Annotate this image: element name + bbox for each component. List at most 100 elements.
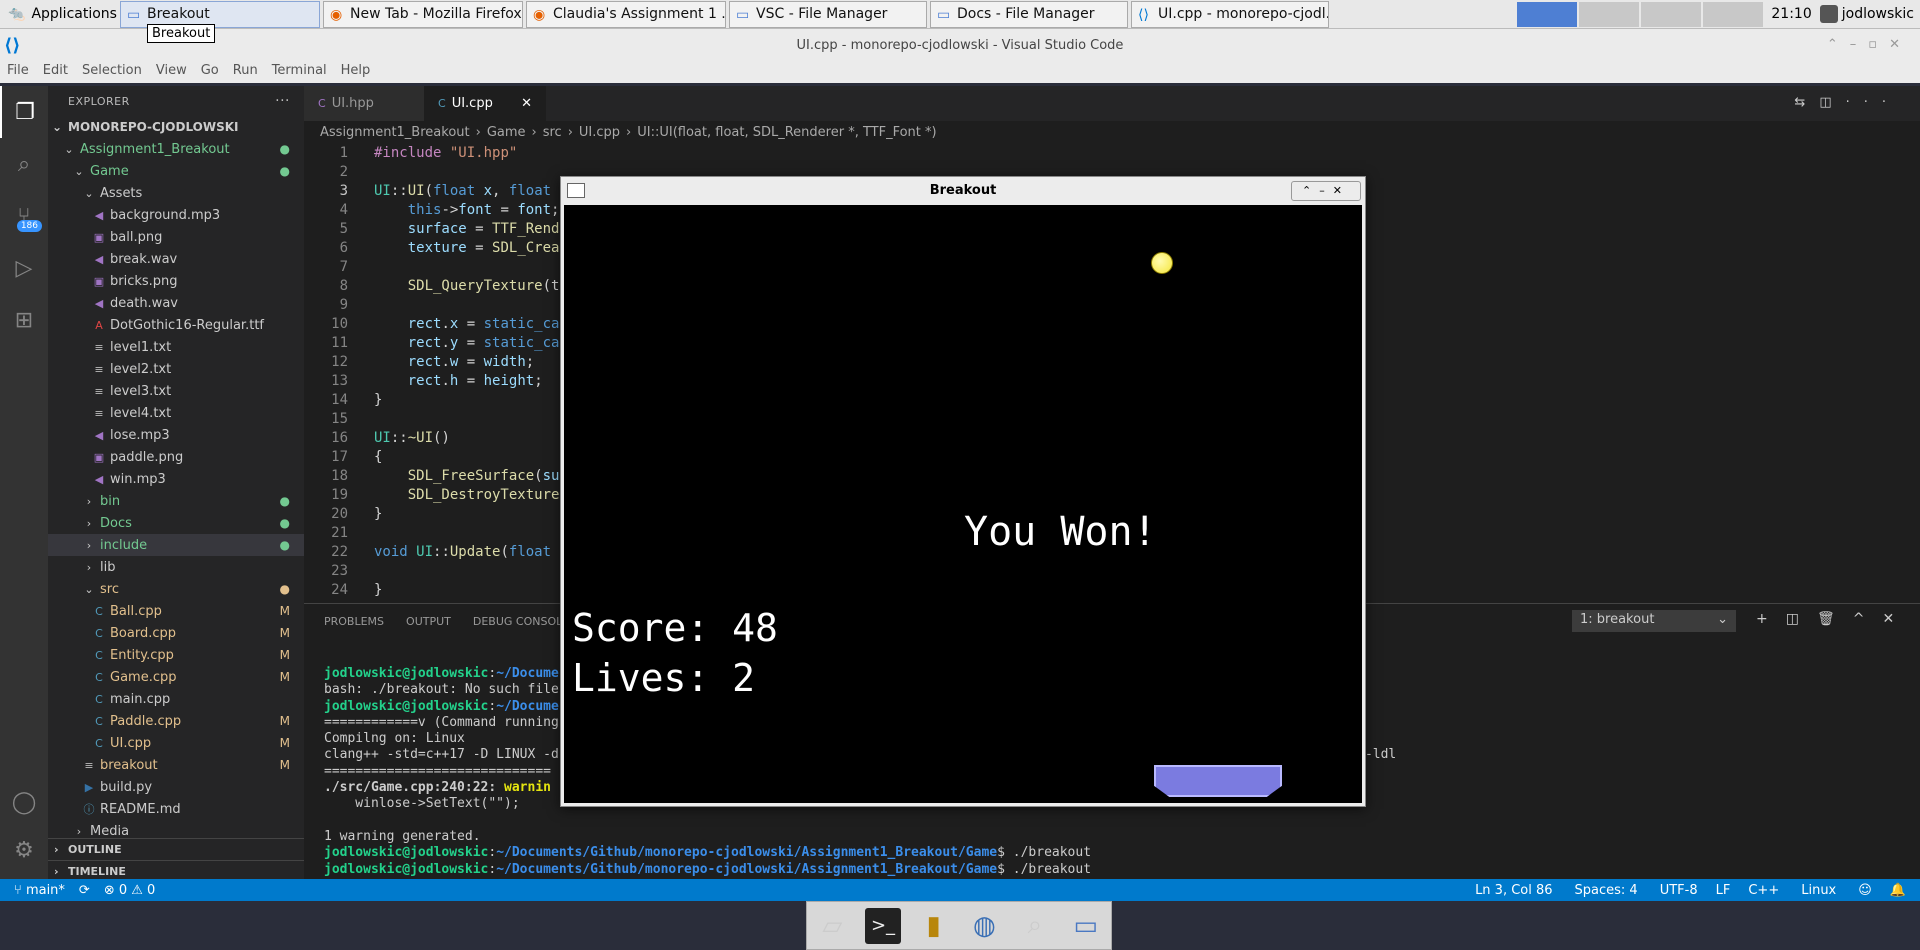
- web-browser-icon[interactable]: ◍: [966, 908, 1002, 944]
- code-line[interactable]: {: [374, 449, 382, 465]
- problems-indicator[interactable]: ⊗ 0 ⚠ 0: [104, 883, 156, 898]
- notifications-icon[interactable]: 🔔: [1890, 883, 1906, 898]
- menu-selection[interactable]: Selection: [75, 63, 149, 78]
- eol[interactable]: LF: [1716, 883, 1731, 898]
- search-icon[interactable]: ⌕: [0, 138, 48, 190]
- breadcrumb-item[interactable]: UI::UI(float, float, SDL_Renderer *, TTF…: [637, 125, 936, 140]
- tree-item-game[interactable]: ⌄ Game ●: [48, 160, 304, 182]
- code-line[interactable]: SDL_DestroyTexture: [374, 487, 560, 503]
- terminal-icon[interactable]: >_: [864, 907, 901, 944]
- tree-item-level1-txt[interactable]: ≡ level1.txt: [48, 336, 304, 358]
- tree-item-ball-cpp[interactable]: C Ball.cpp M: [48, 600, 304, 622]
- tree-item-background-mp3[interactable]: ◀ background.mp3: [48, 204, 304, 226]
- code-line[interactable]: rect.y = static_ca: [374, 335, 560, 351]
- branch-indicator[interactable]: ⑂ main*: [14, 883, 65, 898]
- breakout-window[interactable]: Breakout ⌃–✕ You Won! Score: 48 Lives: 2: [560, 176, 1366, 807]
- code-line[interactable]: surface = TTF_Rend: [374, 221, 560, 237]
- window-controls[interactable]: ⌃–✕: [1291, 181, 1361, 201]
- tree-item-lose-mp3[interactable]: ◀ lose.mp3: [48, 424, 304, 446]
- code-line[interactable]: }: [374, 392, 382, 408]
- game-titlebar[interactable]: Breakout ⌃–✕: [561, 177, 1365, 205]
- tree-item-level3-txt[interactable]: ≡ level3.txt: [48, 380, 304, 402]
- workspace-root[interactable]: ⌄ MONOREPO-CJODLOWSKI: [48, 116, 304, 138]
- panel-tab-debug-console[interactable]: DEBUG CONSOLE: [473, 615, 569, 628]
- taskbar-window-4[interactable]: ▭ Docs - File Manager: [930, 0, 1128, 28]
- tree-item-assets[interactable]: ⌄ Assets: [48, 182, 304, 204]
- tree-item-assignment1-breakout[interactable]: ⌄ Assignment1_Breakout ●: [48, 138, 304, 160]
- taskbar-window-5[interactable]: ⟨⟩ UI.cpp - monorepo-cjodl...: [1131, 0, 1329, 28]
- code-line[interactable]: UI::UI(float x, float: [374, 183, 551, 199]
- menu-help[interactable]: Help: [334, 63, 378, 78]
- tree-item-readme-md[interactable]: ⓘ README.md: [48, 798, 304, 820]
- taskbar-window-3[interactable]: ▭ VSC - File Manager: [729, 0, 927, 28]
- editor-actions[interactable]: ⇆◫···: [1794, 95, 1900, 110]
- code-line[interactable]: texture = SDL_Crea: [374, 240, 560, 256]
- tree-item-include[interactable]: › include ●: [48, 534, 304, 556]
- code-line[interactable]: SDL_QueryTexture(t: [374, 278, 560, 294]
- more-actions-icon[interactable]: ···: [275, 93, 290, 109]
- tree-item-ui-cpp[interactable]: C UI.cpp M: [48, 732, 304, 754]
- tree-item-lib[interactable]: › lib: [48, 556, 304, 578]
- panel-tab-problems[interactable]: PROBLEMS: [324, 615, 384, 628]
- code-line[interactable]: this->font = font;: [374, 202, 560, 218]
- code-line[interactable]: SDL_FreeSurface(su: [374, 468, 560, 484]
- taskbar-window-2[interactable]: ◉ Claudia's Assignment 1 ...: [526, 0, 726, 28]
- terminal-actions[interactable]: +◫🗑^✕: [1756, 611, 1912, 627]
- tree-item-paddle-png[interactable]: ▣ paddle.png: [48, 446, 304, 468]
- folder-icon[interactable]: ▭: [1068, 908, 1104, 944]
- menu-terminal[interactable]: Terminal: [265, 63, 334, 78]
- menu-edit[interactable]: Edit: [36, 63, 75, 78]
- code-line[interactable]: rect.x = static_ca: [374, 316, 560, 332]
- indentation[interactable]: Spaces: 4: [1575, 883, 1638, 898]
- code-line[interactable]: UI::~UI(): [374, 430, 450, 446]
- tree-item-breakout[interactable]: ≡ breakout M: [48, 754, 304, 776]
- account-icon[interactable]: ◯: [0, 776, 48, 828]
- window-controls[interactable]: ⌃–▫✕: [1827, 37, 1912, 52]
- sync-icon[interactable]: ⟳: [79, 883, 90, 898]
- app-finder-icon[interactable]: ⌕: [1017, 908, 1053, 944]
- tree-item-entity-cpp[interactable]: C Entity.cpp M: [48, 644, 304, 666]
- tree-item-bricks-png[interactable]: ▣ bricks.png: [48, 270, 304, 292]
- cursor-position[interactable]: Ln 3, Col 86: [1475, 883, 1552, 898]
- workspace-4[interactable]: [1703, 1, 1764, 27]
- game-canvas[interactable]: You Won! Score: 48 Lives: 2: [564, 205, 1362, 803]
- tree-item-board-cpp[interactable]: C Board.cpp M: [48, 622, 304, 644]
- code-line[interactable]: }: [374, 582, 382, 598]
- breadcrumb[interactable]: Assignment1_Breakout › Game › src › UI.cpp › UI:…: [304, 121, 1920, 143]
- tree-item-paddle-cpp[interactable]: C Paddle.cpp M: [48, 710, 304, 732]
- code-line[interactable]: }: [374, 506, 382, 522]
- panel-tab-output[interactable]: OUTPUT: [406, 615, 451, 628]
- breadcrumb-item[interactable]: UI.cpp: [579, 125, 620, 140]
- workspace-3[interactable]: [1641, 1, 1702, 27]
- tree-item-bin[interactable]: › bin ●: [48, 490, 304, 512]
- clock[interactable]: 21:10: [1771, 6, 1811, 22]
- desktop-icon[interactable]: ▱: [814, 908, 850, 944]
- tree-item-game-cpp[interactable]: C Game.cpp M: [48, 666, 304, 688]
- breadcrumb-item[interactable]: src: [543, 125, 562, 140]
- settings-gear-icon[interactable]: ⚙: [0, 824, 48, 876]
- menu-view[interactable]: View: [149, 63, 194, 78]
- source-control-icon[interactable]: ⑂ 186: [0, 190, 48, 242]
- taskbar-window-1[interactable]: ◉ New Tab - Mozilla Firefox: [323, 0, 523, 28]
- workspace-1[interactable]: [1517, 1, 1578, 27]
- workspace-2[interactable]: [1579, 1, 1640, 27]
- tree-item-win-mp3[interactable]: ◀ win.mp3: [48, 468, 304, 490]
- explorer-icon[interactable]: ❐: [0, 86, 48, 138]
- menu-run[interactable]: Run: [226, 63, 265, 78]
- tree-item-level4-txt[interactable]: ≡ level4.txt: [48, 402, 304, 424]
- language-mode[interactable]: C++: [1748, 883, 1779, 898]
- workspace-pager[interactable]: [1517, 1, 1764, 27]
- menu-file[interactable]: File: [0, 63, 36, 78]
- minimap[interactable]: [1802, 143, 1902, 603]
- tree-item-death-wav[interactable]: ◀ death.wav: [48, 292, 304, 314]
- feedback-icon[interactable]: ☺: [1858, 883, 1872, 898]
- menu-go[interactable]: Go: [194, 63, 226, 78]
- extensions-icon[interactable]: ⊞: [0, 294, 48, 346]
- run-debug-icon[interactable]: ▷: [0, 242, 48, 294]
- tree-item-break-wav[interactable]: ◀ break.wav: [48, 248, 304, 270]
- tree-item-docs[interactable]: › Docs ●: [48, 512, 304, 534]
- breadcrumb-item[interactable]: Assignment1_Breakout: [320, 125, 470, 140]
- tree-item-dotgothic16-regular-ttf[interactable]: A DotGothic16-Regular.ttf: [48, 314, 304, 336]
- os-indicator[interactable]: Linux: [1801, 883, 1836, 898]
- tab-ui-cpp[interactable]: C UI.cpp ✕: [424, 86, 546, 121]
